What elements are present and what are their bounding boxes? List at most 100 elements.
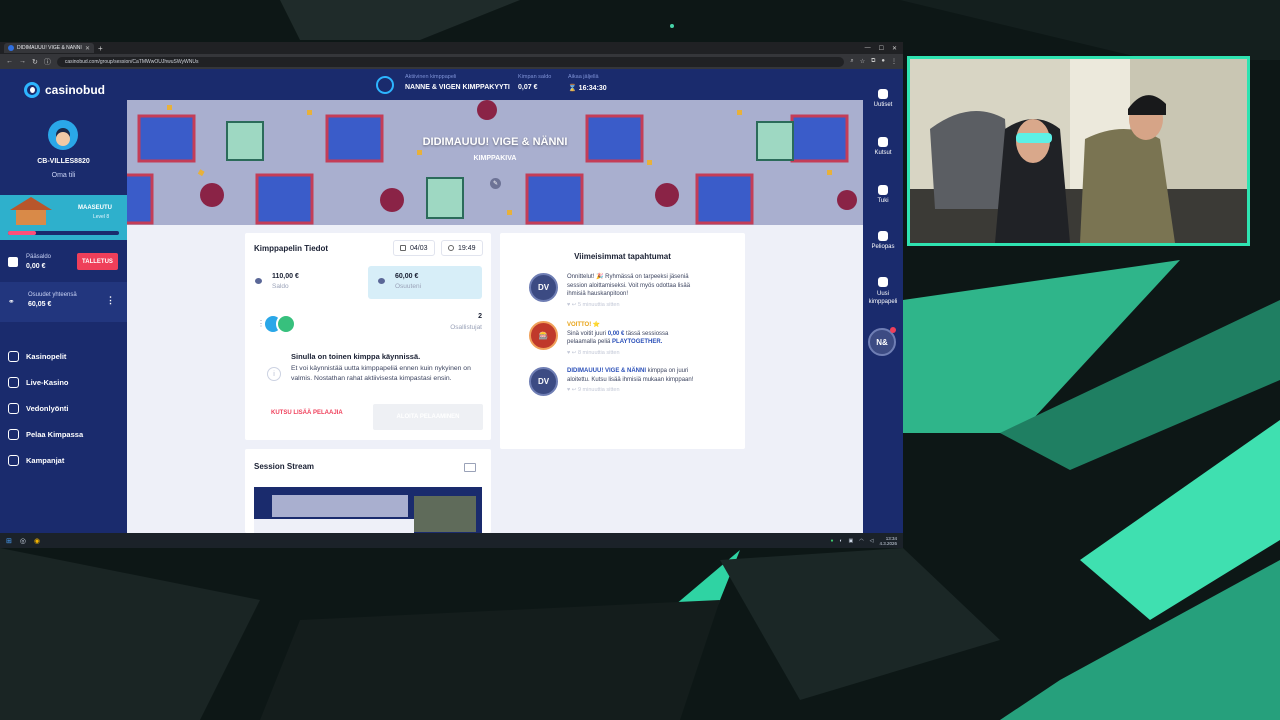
time-value: 19:49 <box>458 244 476 252</box>
sidebar-item-new-group[interactable]: Uusi kimppapeli <box>863 277 903 306</box>
nav-item-live-casino[interactable]: Live-Kasino <box>8 369 83 395</box>
my-share-stat: 60,00 € Osuuteni <box>368 266 482 299</box>
stream-video[interactable] <box>254 487 482 533</box>
nav-item-campaigns[interactable]: Kampanjat <box>8 447 83 473</box>
chrome-icon[interactable]: ◉ <box>34 537 40 545</box>
network-icon[interactable]: ◠ <box>859 538 863 544</box>
group-icon <box>255 278 262 284</box>
group-info-card: Kimppapelin Tiedot 04/03 19:49 110,00 € … <box>245 233 491 440</box>
browser-toolbar-icons: ⌕ ☆ ⧉ ● ⋮ <box>850 58 897 65</box>
chat-icon <box>878 185 888 195</box>
session-banner: DIDIMAUUU! VIGE & NÄNNI KIMPPAKIVA ✎ <box>127 100 863 225</box>
more-options-icon[interactable]: ⋮ <box>106 295 115 306</box>
date-value: 04/03 <box>410 244 428 252</box>
menu-icon[interactable]: ⋮ <box>891 58 897 65</box>
username: CB-VILLES8820 <box>37 158 90 165</box>
group-balance-label: Kimpan saldo <box>518 74 552 80</box>
profile-icon[interactable]: ● <box>881 58 885 65</box>
maximize-icon[interactable]: ☐ <box>879 45 884 52</box>
picture-in-picture-icon[interactable] <box>464 463 476 472</box>
tray-icon[interactable]: ▣ <box>849 538 854 544</box>
edit-icon[interactable]: ✎ <box>490 178 501 189</box>
active-session[interactable]: Aktiivinen kimppapeli NANNE & VIGEN KIMP… <box>405 74 510 91</box>
windows-start-icon[interactable]: ⊞ <box>6 537 12 545</box>
reload-icon[interactable]: ↻ <box>32 58 38 66</box>
clock-date: 4.3.2026 <box>879 540 897 546</box>
nav-item-group-play[interactable]: Pelaa Kimpassa <box>8 421 83 447</box>
level-name: MAASEUTU <box>78 205 112 211</box>
group-name: DIDIMAUUU! VIGE & NÄNNI <box>567 368 646 374</box>
participant-avatars[interactable] <box>263 314 299 334</box>
start-playing-button[interactable]: ALOITA PELAAMINEN <box>373 404 483 430</box>
event-time: ♥ ↩ 8 minuuttia sitten <box>567 349 620 356</box>
nav-item-casino[interactable]: Kasinopelit <box>8 343 83 369</box>
extensions-icon[interactable]: ⧉ <box>871 58 875 65</box>
logo-icon <box>24 82 40 98</box>
sidebar-item-support[interactable]: Tuki <box>863 185 903 204</box>
tray-app-icon[interactable]: ● <box>830 538 833 544</box>
event-message: Onnittelut! 🎉 Ryhmässä on tarpeeksi jäse… <box>567 274 691 298</box>
house-icon <box>10 197 52 227</box>
calendar-icon <box>400 245 406 251</box>
invite-icon <box>878 137 888 147</box>
info-icon[interactable]: ⓘ <box>44 57 51 67</box>
close-window-icon[interactable]: ✕ <box>892 45 897 52</box>
shares-label: Osuudet yhteensä <box>28 292 77 298</box>
sidebar-item-label: Tuki <box>877 198 889 204</box>
game-link[interactable]: PLAYTOGETHER. <box>612 339 662 345</box>
banner-title: DIDIMAUUU! VIGE & NÄNNI <box>422 136 568 148</box>
os-taskbar: ⊞ ◎ ◉ ● ◐ ▣ ◠ ◁ 13:34 4.3.2026 <box>0 533 903 548</box>
sidebar-item-guide[interactable]: Peliopas <box>863 231 903 250</box>
tray-icon[interactable]: ◐ <box>839 538 842 544</box>
url-field[interactable]: casinobud.com/group/session/CaTMWwOUJhwu… <box>56 56 845 67</box>
user-avatar[interactable] <box>48 120 78 150</box>
zoom-icon[interactable]: ⌕ <box>850 58 853 65</box>
bell-icon <box>878 89 888 99</box>
participant-label: Osallistujat <box>450 324 482 331</box>
level-number: Level 8 <box>93 214 110 220</box>
left-sidebar: casinobud CB-VILLES8820 Oma tili MAASEUT… <box>0 69 127 533</box>
back-icon[interactable]: ← <box>6 58 13 65</box>
my-share-label: Osuuteni <box>395 283 422 290</box>
avatar: DV <box>529 273 558 302</box>
avatar: DV <box>529 367 558 396</box>
saldo-stat: 110,00 € Saldo <box>245 266 359 299</box>
new-group-icon <box>878 277 888 287</box>
browser-tab[interactable]: DIDIMAUUU! VIGE & NÄNNI ✕ <box>4 43 94 53</box>
browser-tab-bar: DIDIMAUUU! VIGE & NÄNNI ✕ + — ☐ ✕ <box>0 42 903 54</box>
nav-label: Pelaa Kimpassa <box>26 429 84 439</box>
recent-events-card: Viimeisimmat tapahtumat DV Onnittelut! 🎉… <box>500 233 745 449</box>
new-tab-icon[interactable]: + <box>98 44 103 53</box>
sidebar-item-invites[interactable]: Kutsut <box>863 137 903 156</box>
volume-icon[interactable]: ◁ <box>870 538 874 544</box>
event-time: ♥ ↩ 5 minuuttia sitten <box>567 301 620 308</box>
deposit-button[interactable]: TALLETUS <box>77 253 118 270</box>
active-session-bar: Aktiivinen kimppapeli NANNE & VIGEN KIMP… <box>127 69 863 100</box>
session-stream-card: Session Stream <box>245 449 491 533</box>
group-balance-value: 0,07 € <box>518 84 538 91</box>
casino-icon <box>8 350 19 362</box>
casinobud-logo[interactable]: casinobud <box>24 82 105 98</box>
my-account-link[interactable]: Oma tili <box>0 172 127 179</box>
warning-title: Sinulla on toinen kimppa käynnissä. <box>291 352 421 361</box>
close-tab-icon[interactable]: ✕ <box>85 45 90 52</box>
level-box[interactable]: MAASEUTU Level 8 <box>0 195 127 240</box>
session-icon <box>376 76 394 94</box>
taskbar-clock[interactable]: 13:34 4.3.2026 <box>879 536 897 546</box>
level-progress-bar <box>8 231 119 235</box>
casinobud-page: casinobud CB-VILLES8820 Oma tili MAASEUT… <box>0 69 903 533</box>
search-icon[interactable]: ◎ <box>20 537 26 545</box>
forward-icon[interactable]: → <box>19 58 26 65</box>
webcam-overlay <box>907 56 1250 246</box>
sidebar-item-news[interactable]: Uutiset <box>863 89 903 108</box>
notification-badge <box>890 327 896 333</box>
info-icon: i <box>267 367 281 381</box>
win-amount: 0,00 € <box>607 330 625 337</box>
browser-window: DIDIMAUUU! VIGE & NÄNNI ✕ + — ☐ ✕ ← → ↻ … <box>0 42 903 533</box>
right-sidebar: Uutiset Kutsut Tuki Peliopas Uusi kimppa… <box>863 69 903 533</box>
star-icon[interactable]: ☆ <box>860 58 865 65</box>
nav-item-betting[interactable]: Vedonlyönti <box>8 395 83 421</box>
minimize-icon[interactable]: — <box>865 45 871 52</box>
invite-players-button[interactable]: KUTSU LISÄÄ PELAAJIA <box>271 410 343 416</box>
clock-icon <box>448 245 454 251</box>
